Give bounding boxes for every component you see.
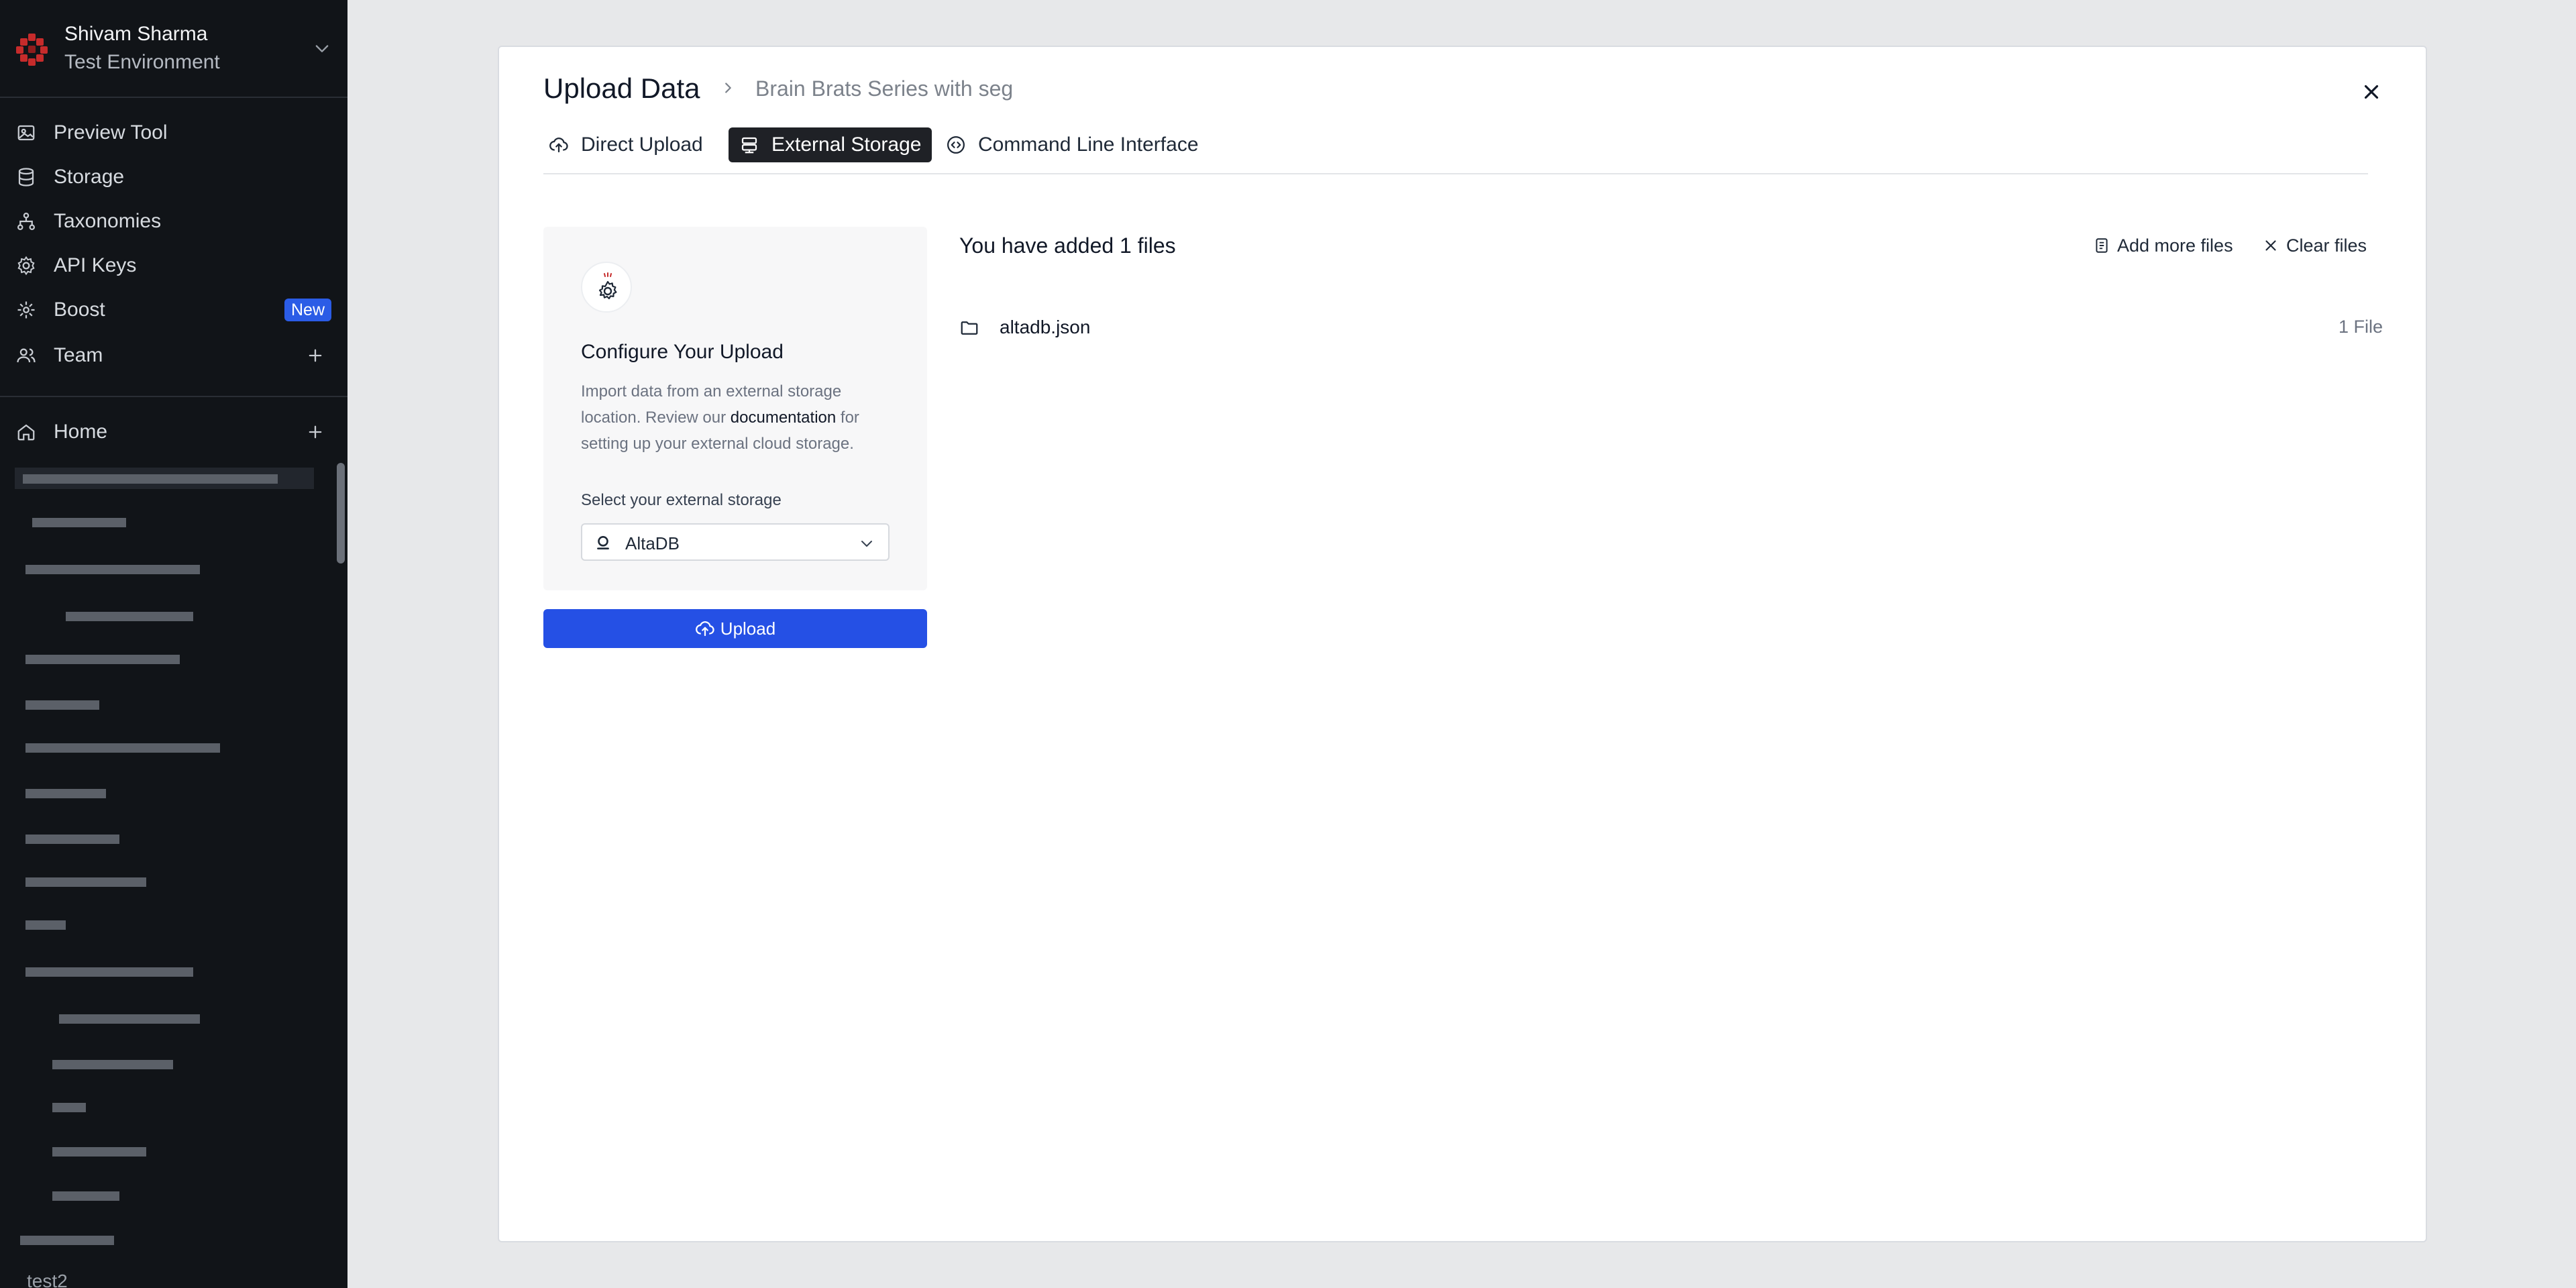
project-tree-item[interactable] xyxy=(20,871,154,892)
file-name: altadb.json xyxy=(1000,317,1091,337)
add-more-files-label: Add more files xyxy=(2117,235,2233,256)
documentation-link[interactable]: documentation xyxy=(731,409,836,427)
sidebar-item-label: Boost xyxy=(54,299,105,321)
modal-subtitle: Brain Brats Series with seg xyxy=(755,76,1014,101)
hierarchy-icon xyxy=(17,213,35,230)
upload-tabs: Direct Upload External Storage Command L… xyxy=(543,127,2368,174)
sidebar: Shivam Sharma Test Environment Preview T… xyxy=(0,0,347,1288)
sidebar-item-label: API Keys xyxy=(54,254,137,276)
project-tree-item[interactable] xyxy=(15,468,314,489)
tab-direct-upload[interactable]: Direct Upload xyxy=(549,127,703,162)
tab-label: Command Line Interface xyxy=(978,133,1199,156)
file-icon xyxy=(2096,238,2108,253)
folder-icon xyxy=(961,321,978,335)
chevron-down-icon xyxy=(861,541,872,547)
tab-command-line-interface[interactable]: Command Line Interface xyxy=(946,127,1199,162)
file-list-item[interactable]: altadb.json 1 File xyxy=(959,313,2383,343)
code-icon xyxy=(947,136,965,154)
cloud-upload-icon xyxy=(549,138,568,153)
sidebar-item-label: Preview Tool xyxy=(54,121,168,144)
sidebar-divider xyxy=(0,396,347,397)
project-tree-item[interactable] xyxy=(20,648,195,669)
files-heading: You have added 1 files xyxy=(959,233,1176,258)
project-tree-item-label[interactable]: test2 xyxy=(27,1271,68,1288)
tab-label: External Storage xyxy=(771,133,922,156)
file-count: 1 File xyxy=(2338,317,2383,337)
project-tree-item[interactable] xyxy=(47,1053,181,1075)
configure-icon-badge xyxy=(581,262,632,313)
workspace-environment: Test Environment xyxy=(64,51,220,73)
project-tree-item[interactable] xyxy=(47,1096,101,1118)
project-tree-item[interactable] xyxy=(15,1229,122,1250)
configure-title: Configure Your Upload xyxy=(581,341,784,363)
add-team-icon[interactable] xyxy=(306,346,325,365)
add-more-files-button[interactable]: Add more files xyxy=(2093,233,2233,258)
project-tree-item[interactable] xyxy=(47,1185,127,1206)
upload-data-modal: Upload Data Brain Brats Series with seg … xyxy=(498,46,2427,1242)
sidebar-item-team[interactable]: Team xyxy=(0,335,347,376)
users-icon xyxy=(17,348,36,363)
sidebar-item-label: Home xyxy=(54,421,108,443)
storage-select[interactable]: AltaDB xyxy=(581,523,890,561)
gear-icon xyxy=(17,256,35,276)
workspace-name: Shivam Sharma xyxy=(64,23,208,45)
sidebar-item-storage[interactable]: Storage xyxy=(0,157,347,197)
configure-description: Import data from an external storage loc… xyxy=(581,378,903,457)
cloud-upload-icon xyxy=(695,621,714,637)
clear-files-label: Clear files xyxy=(2286,235,2367,256)
storage-select-label: Select your external storage xyxy=(581,491,782,509)
project-tree-item[interactable] xyxy=(20,694,114,715)
sidebar-item-home[interactable]: Home xyxy=(0,412,347,452)
workspace-switcher[interactable]: Shivam Sharma Test Environment xyxy=(0,0,347,98)
close-icon xyxy=(2265,240,2276,251)
sidebar-item-preview-tool[interactable]: Preview Tool xyxy=(0,113,347,153)
storage-select-value: AltaDB xyxy=(625,533,680,553)
configure-upload-card: Configure Your Upload Import data from a… xyxy=(543,227,927,590)
sparkle-icon xyxy=(17,301,35,319)
upload-button[interactable]: Upload xyxy=(543,609,927,648)
modal-title: Upload Data xyxy=(543,72,700,104)
altadb-icon xyxy=(597,536,609,549)
project-tree-item[interactable] xyxy=(20,558,221,580)
project-tree-item[interactable] xyxy=(20,828,127,849)
project-tree-item[interactable] xyxy=(54,1008,215,1029)
upload-button-label: Upload xyxy=(720,618,776,639)
sidebar-item-label: Storage xyxy=(54,166,125,188)
tab-label: Direct Upload xyxy=(581,133,703,156)
sidebar-scrollbar[interactable] xyxy=(337,463,345,564)
new-badge: New xyxy=(284,299,332,321)
clear-files-button[interactable]: Clear files xyxy=(2262,233,2367,258)
close-icon[interactable] xyxy=(2360,80,2383,103)
sidebar-item-api-keys[interactable]: API Keys xyxy=(0,246,347,286)
image-icon xyxy=(17,125,35,141)
project-tree-item[interactable] xyxy=(47,1140,154,1162)
sidebar-item-label: Taxonomies xyxy=(54,210,162,232)
tab-external-storage[interactable]: External Storage xyxy=(729,127,932,162)
chevron-right-icon xyxy=(725,83,731,93)
storage-icon xyxy=(741,137,757,154)
project-tree-item[interactable] xyxy=(27,511,161,533)
database-icon xyxy=(18,168,34,186)
project-tree-item[interactable] xyxy=(20,914,74,935)
project-tree-item[interactable] xyxy=(20,737,235,758)
workspace-logo-icon xyxy=(16,34,48,66)
home-icon xyxy=(17,424,35,441)
add-project-icon[interactable] xyxy=(306,423,325,441)
sidebar-item-taxonomies[interactable]: Taxonomies xyxy=(0,201,347,241)
project-tree-item[interactable] xyxy=(60,605,208,627)
sidebar-item-label: Team xyxy=(54,344,103,366)
sidebar-item-boost[interactable]: Boost New xyxy=(0,290,347,330)
project-tree-item[interactable] xyxy=(20,961,201,982)
gear-icon xyxy=(598,272,617,300)
chevron-down-icon xyxy=(315,45,329,52)
project-tree-item[interactable] xyxy=(20,782,121,804)
